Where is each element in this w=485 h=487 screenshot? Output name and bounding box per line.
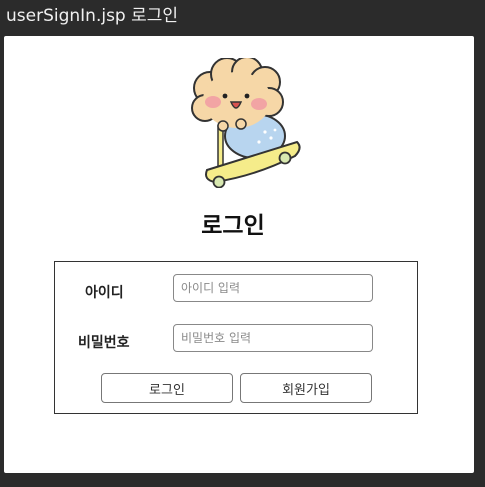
window-title: userSignIn.jsp 로그인 (6, 6, 179, 26)
password-label: 비밀번호 (78, 335, 130, 351)
bear-on-scooter-icon (185, 56, 305, 189)
id-label: 아이디 (85, 285, 124, 301)
page-viewport: 로그인 아이디 비밀번호 로그인 회원가입 (4, 36, 474, 473)
login-form: 아이디 비밀번호 로그인 회원가입 (54, 261, 418, 414)
id-input[interactable] (173, 274, 373, 302)
signup-button[interactable]: 회원가입 (240, 373, 372, 403)
password-input[interactable] (173, 324, 373, 352)
login-button[interactable]: 로그인 (101, 373, 233, 403)
page-title: 로그인 (201, 213, 265, 239)
